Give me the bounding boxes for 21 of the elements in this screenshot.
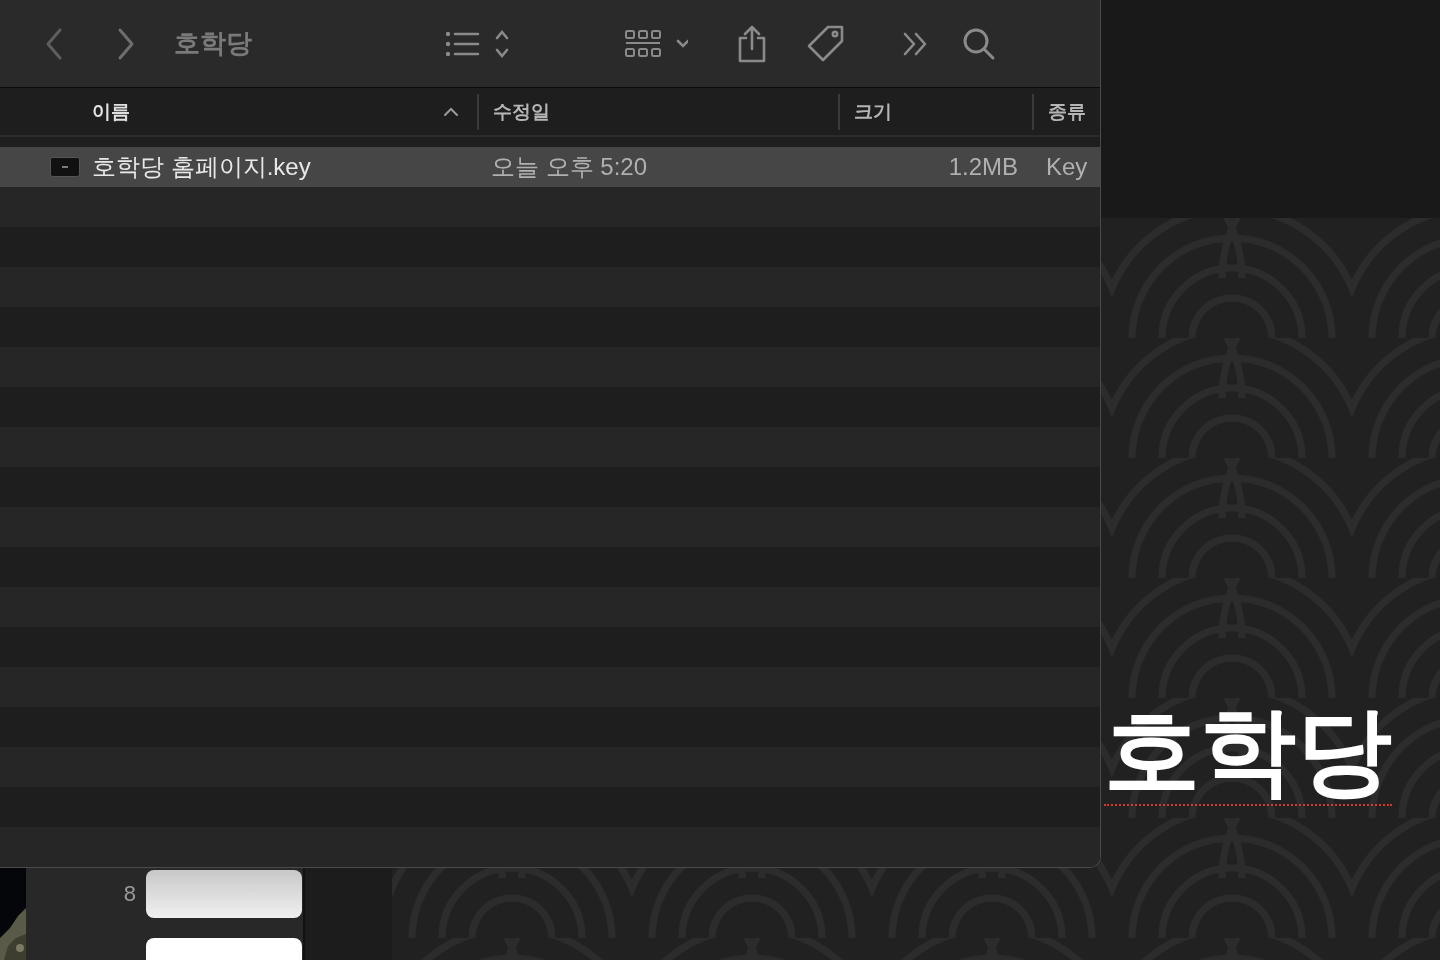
share-icon[interactable] — [736, 23, 768, 64]
slide-title[interactable]: 호학당 — [1104, 698, 1392, 806]
back-icon[interactable] — [44, 26, 64, 61]
slide-thumbnail[interactable] — [146, 938, 302, 960]
file-name: 호학당 홈페이지.key — [92, 152, 311, 182]
slide-thumbnail[interactable] — [146, 870, 302, 918]
column-header[interactable]: 수정일 — [477, 93, 838, 130]
window-title: 호학당 — [174, 27, 253, 61]
file-kind: Key — [1045, 153, 1089, 181]
file-row[interactable]: 호학당 홈페이지.key 오늘 오후 5:20 1.2MB Key — [0, 147, 1100, 187]
keynote-file-icon — [50, 157, 80, 177]
column-header[interactable]: 크기 — [838, 93, 1032, 130]
slide-number: 8 — [122, 881, 136, 907]
search-icon[interactable] — [962, 26, 996, 61]
column-header[interactable]: 종류 — [1032, 93, 1100, 130]
modified-date: 오늘 오후 5:20 — [490, 152, 649, 182]
column-header[interactable]: 이름 — [0, 93, 477, 130]
tag-icon[interactable] — [806, 23, 846, 64]
file-size: 1.2MB — [947, 153, 1019, 181]
sort-caret-icon[interactable] — [443, 106, 459, 117]
forward-icon[interactable] — [116, 26, 136, 61]
